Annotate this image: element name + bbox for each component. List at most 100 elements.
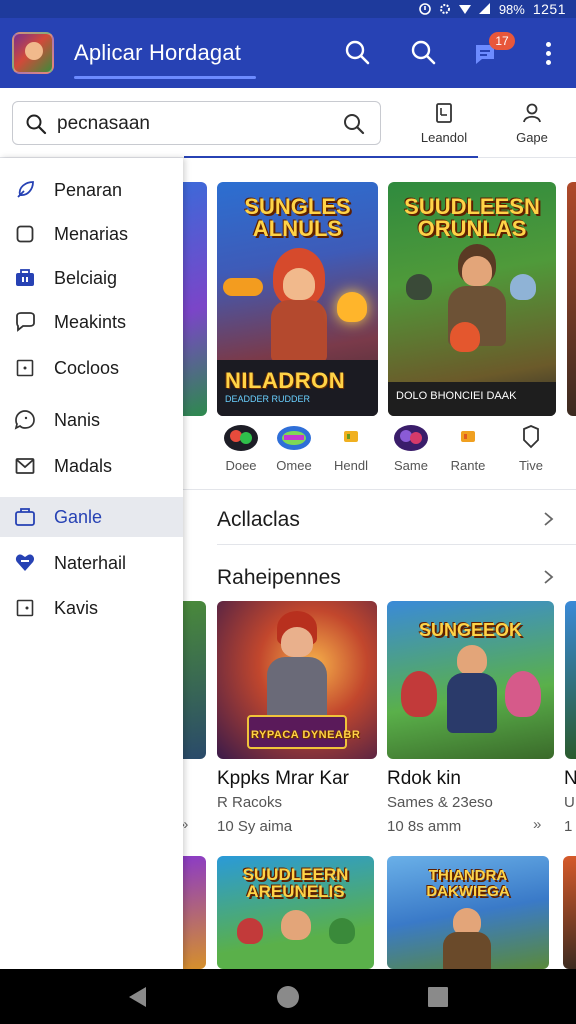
signal-icon (478, 3, 490, 14)
hero-face (283, 268, 315, 300)
sidebar-item-label: Naterhail (54, 552, 127, 573)
game-card[interactable]: SUUDLEERN AREUNELIS (217, 856, 374, 969)
hero-face (457, 645, 487, 675)
sidebar-item-kavis[interactable]: Kavis (0, 588, 183, 628)
game-card-partial[interactable] (183, 856, 206, 969)
featured-banner-sub: DEADDER RUDDER (225, 394, 311, 404)
chip-tive[interactable]: Tive (501, 424, 561, 473)
sidebar-item-label: Penaran (54, 179, 123, 200)
search-row: Leandol Gape (0, 88, 576, 158)
game-icon (277, 426, 311, 450)
more-arrow-icon[interactable]: » (183, 816, 188, 833)
game-card-banner: RYPACA DYNEABR (251, 729, 361, 741)
hero-face (462, 256, 492, 286)
sidebar-item-nanis[interactable]: Nanis (0, 400, 183, 440)
leaf-icon (17, 181, 34, 198)
game-card[interactable]: THIANDRA DAKWIEGA (387, 856, 549, 969)
more-options-icon[interactable] (544, 42, 552, 66)
search-input[interactable] (57, 110, 337, 138)
game-icon (394, 425, 428, 451)
heart-icon (15, 554, 35, 571)
system-nav-bar (0, 969, 576, 1024)
battery-level: 98% (498, 1, 525, 17)
dot-square-icon (16, 359, 34, 377)
chip-partial[interactable]: s (183, 424, 187, 473)
game-title[interactable]: Kppks Mrar Kar (217, 768, 349, 790)
chevron-right-icon[interactable] (541, 512, 555, 526)
person-icon (523, 103, 541, 123)
chevron-right-icon[interactable] (541, 570, 555, 584)
game-title-partial[interactable]: N (564, 768, 576, 790)
sidebar-item-label: Menarias (54, 223, 129, 244)
home-icon[interactable] (276, 985, 300, 1009)
sidebar-item-meakints[interactable]: Meakints (0, 302, 183, 342)
chip-doee[interactable]: Doee (211, 424, 271, 473)
hero-arm (223, 278, 263, 296)
app-bar: Aplicar Hordagat 17 (0, 18, 576, 88)
sidebar-item-label: Nanis (54, 409, 101, 430)
app-avatar[interactable] (12, 32, 54, 74)
game-card[interactable]: RYPACA DYNEABR (217, 601, 377, 759)
search-icon[interactable] (409, 38, 437, 66)
featured-card-title: SUUDLEESN ORUNLAS (404, 194, 540, 241)
recents-icon[interactable] (426, 985, 450, 1009)
section-title[interactable]: Acllaclas (217, 508, 300, 532)
featured-card[interactable]: SUNGLES ALNULS NILADRON DEADDER RUDDER (217, 182, 378, 416)
side-character (237, 918, 263, 944)
dot-square-icon (16, 599, 34, 617)
sidebar-item-label: Kavis (54, 597, 99, 618)
tab-leandol[interactable]: Leandol (408, 100, 480, 156)
notification-badge: 17 (489, 32, 515, 50)
section-title[interactable]: Raheipennes (217, 566, 341, 590)
game-card[interactable]: SUNGEEOK (387, 601, 554, 759)
featured-card[interactable]: SUUDLEESN ORUNLAS DOLO BHONCIEI DAAK (388, 182, 556, 416)
chat-icon (16, 312, 35, 332)
chip-hendl[interactable]: Hendl (321, 424, 381, 473)
hero-face (281, 910, 311, 940)
featured-card-title: SUNGLES ALNULS (244, 194, 351, 241)
game-title[interactable]: Rdok kin (387, 768, 461, 790)
hero-body (271, 300, 327, 362)
chip-rante[interactable]: Rante (438, 424, 498, 473)
sidebar-item-madals[interactable]: Madals (0, 446, 183, 486)
search-box (12, 101, 381, 145)
status-bar: 98% 1251 (0, 0, 576, 18)
hero-body (443, 932, 491, 969)
chip-label: Hendl (334, 458, 368, 473)
side-character (401, 671, 437, 717)
game-meta: Sames & 23eso (387, 794, 493, 811)
more-arrow-icon[interactable]: » (533, 816, 541, 833)
search-icon[interactable] (343, 38, 371, 66)
back-icon[interactable] (126, 985, 150, 1009)
sidebar-item-cocloos[interactable]: Cocloos (0, 348, 183, 388)
game-size-partial: 1 (564, 818, 573, 835)
alarm-icon (419, 3, 431, 15)
sidebar-item-menarias[interactable]: Menarias (0, 214, 183, 254)
game-card-partial[interactable] (183, 182, 207, 416)
game-card-banner: SUUDLEERN AREUNELIS (242, 865, 349, 901)
game-card-partial[interactable] (183, 601, 206, 759)
tab-label: Leandol (420, 130, 468, 145)
tab-label: Gape (516, 130, 548, 145)
search-submit-icon[interactable] (342, 112, 366, 136)
sidebar-item-belciaig[interactable]: Belciaig (0, 258, 183, 298)
sidebar-item-ganle[interactable]: Ganle (0, 497, 183, 537)
ticket-icon (461, 431, 475, 442)
sidebar-item-label: Cocloos (54, 357, 120, 378)
sidebar-item-label: Madals (54, 455, 113, 476)
tab-gape[interactable]: Gape (496, 100, 568, 156)
game-card-partial[interactable] (563, 856, 576, 969)
sidebar-item-penaran[interactable]: Penaran (0, 170, 183, 210)
chip-label: Same (394, 458, 428, 473)
sidebar-item-naterhail[interactable]: Naterhail (0, 543, 183, 583)
game-card-partial[interactable] (567, 182, 576, 416)
sidebar-item-label: Belciaig (54, 267, 118, 288)
small-character (450, 322, 480, 352)
game-card-partial[interactable] (565, 601, 576, 759)
chip-omee[interactable]: Omee (264, 424, 324, 473)
title-underline (74, 76, 256, 79)
briefcase-icon (16, 269, 34, 286)
chip-same[interactable]: Same (381, 424, 441, 473)
bubble-icon (14, 410, 35, 430)
side-character (329, 918, 355, 944)
